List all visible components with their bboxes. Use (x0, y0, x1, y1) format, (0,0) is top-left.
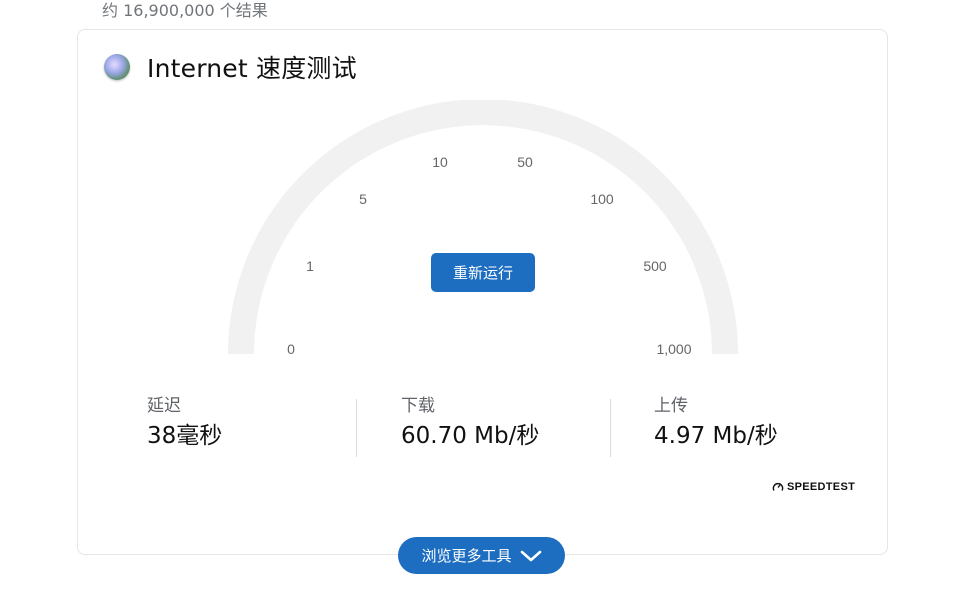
upload-value: 4.97 Mb/秒 (654, 423, 778, 449)
download-stat: 下载 60.70 Mb/秒 (401, 395, 539, 457)
download-label: 下载 (401, 396, 435, 416)
more-tools-label: 浏览更多工具 (421, 547, 512, 565)
card-title: Internet 速度测试 (147, 54, 357, 83)
gauge-track (228, 100, 738, 355)
latency-value: 38毫秒 (147, 423, 223, 449)
result-count: 约 16,900,000 个结果 (102, 1, 268, 20)
rerun-button[interactable]: 重新运行 (431, 253, 535, 292)
gauge-label-500: 500 (643, 258, 667, 274)
gauge-label-0: 0 (287, 341, 295, 357)
download-value: 60.70 Mb/秒 (401, 423, 540, 449)
speed-test-card: Internet 速度测试 0 1 5 10 50 100 500 1,000 … (77, 29, 888, 555)
speedtest-globe-icon (104, 54, 130, 80)
speedtest-branding[interactable]: SPEEDTEST (772, 479, 855, 495)
gauge-label-5: 5 (359, 191, 367, 207)
upload-stat: 上传 4.97 Mb/秒 (654, 395, 778, 457)
gauge-label-10: 10 (432, 154, 448, 170)
stats-row: 延迟 38毫秒 下载 60.70 Mb/秒 上传 4.97 Mb/秒 (78, 395, 889, 457)
gauge-label-1000: 1,000 (656, 341, 691, 357)
gauge-label-50: 50 (517, 154, 533, 170)
latency-label: 延迟 (147, 396, 181, 416)
speed-gauge: 0 1 5 10 50 100 500 1,000 (228, 100, 738, 357)
stat-divider (356, 399, 357, 457)
latency-stat: 延迟 38毫秒 (147, 395, 222, 457)
upload-label: 上传 (654, 396, 688, 416)
stat-divider (610, 399, 611, 457)
chevron-down-icon (520, 550, 541, 561)
gauge-label-1: 1 (306, 258, 314, 274)
gauge-label-100: 100 (590, 191, 614, 207)
speedometer-icon (772, 483, 784, 491)
card-header: Internet 速度测试 (104, 50, 357, 84)
speedtest-brand-label: SPEEDTEST (787, 481, 856, 493)
more-tools-button[interactable]: 浏览更多工具 (398, 537, 565, 574)
